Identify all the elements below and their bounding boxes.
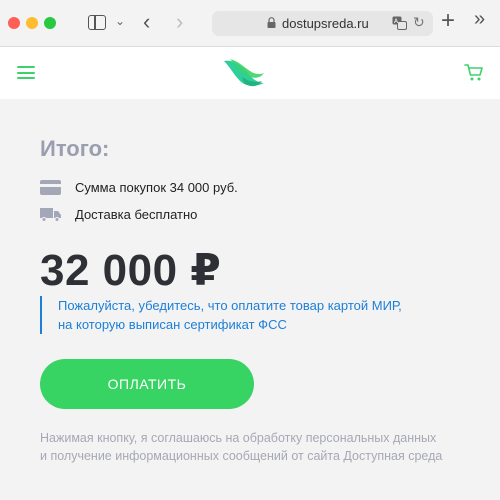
consent-line: и получение информационных сообщений от …	[40, 449, 443, 463]
chevron-down-icon[interactable]: ⌄	[115, 14, 125, 28]
back-icon[interactable]: ‹	[143, 9, 150, 35]
delivery-label: Доставка бесплатно	[75, 207, 198, 222]
translate-icon[interactable]: A	[392, 16, 407, 30]
url-text: dostupsreda.ru	[282, 16, 369, 31]
double-chevron-icon[interactable]: »	[474, 8, 485, 31]
lock-icon	[267, 17, 276, 28]
cart-icon[interactable]	[464, 64, 484, 82]
close-window-button[interactable]	[8, 17, 20, 29]
notice-line: Пожалуйста, убедитесь, что оплатите това…	[58, 298, 402, 313]
pay-button[interactable]: ОПЛАТИТЬ	[40, 359, 254, 409]
consent-line: Нажимая кнопку, я соглашаюсь на обработк…	[40, 431, 437, 445]
consent-text: Нажимая кнопку, я соглашаюсь на обработк…	[40, 429, 480, 465]
total-title: Итого:	[40, 136, 110, 161]
plus-icon[interactable]: +	[441, 7, 455, 35]
reload-icon[interactable]: ↻	[413, 14, 425, 31]
notice-line: на которую выписан сертификат ФСС	[58, 317, 287, 332]
payment-notice: Пожалуйста, убедитесь, что оплатите това…	[40, 296, 460, 334]
site-header	[0, 47, 500, 99]
card-icon	[40, 180, 61, 195]
forward-icon[interactable]: ›	[176, 9, 183, 35]
order-summary: Итого: Сумма покупок 34 000 руб. Доставк…	[0, 99, 500, 500]
address-bar[interactable]: dostupsreda.ru A ↻	[212, 11, 433, 36]
logo[interactable]	[222, 57, 266, 89]
purchase-sum-label: Сумма покупок 34 000 руб.	[75, 180, 238, 195]
menu-icon[interactable]	[17, 66, 35, 79]
minimize-window-button[interactable]	[26, 17, 38, 29]
total-price: 32 000 ₽	[40, 246, 222, 295]
browser-toolbar: ⌄ ‹ › dostupsreda.ru A ↻ + »	[0, 0, 500, 47]
sidebar-icon[interactable]	[88, 15, 106, 30]
truck-icon	[40, 208, 61, 222]
zoom-window-button[interactable]	[44, 17, 56, 29]
